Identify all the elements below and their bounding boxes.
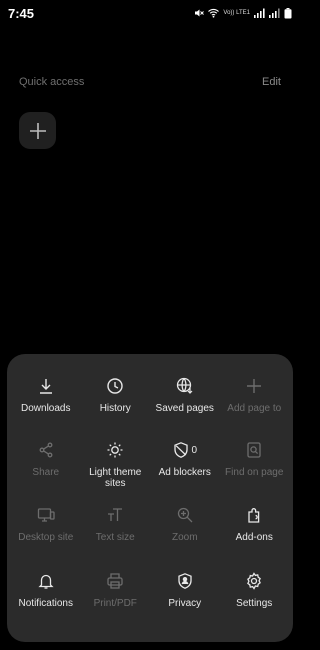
menu-item-add-page-to[interactable]: Add page to [220,370,290,434]
puzzle-icon [248,508,260,523]
menu-label-light-theme-sites: Light theme sites [89,467,142,489]
globe-download-icon [176,377,193,394]
menu-item-add-ons[interactable]: Add-ons [220,499,290,565]
zoom-in-icon [177,507,193,523]
clock-icon [107,378,123,394]
menu-label-saved-pages: Saved pages [155,403,214,414]
find-page-icon [247,442,261,458]
menu-item-notifications[interactable]: Notifications [11,565,81,629]
menu-item-print-pdf[interactable]: Print/PDF [81,565,151,629]
menu-item-zoom[interactable]: Zoom [150,499,220,565]
menu-item-find-on-page[interactable]: Find on page [220,434,290,499]
add-quick-access-button[interactable] [19,112,56,149]
menu-label-share: Share [32,467,60,478]
menu-label-ad-blockers: Ad blockers [158,467,211,478]
menu-label-downloads: Downloads [21,403,71,414]
battery-icon [284,7,292,18]
network-type-label: Vo)) LTE1 [223,10,250,16]
menu-item-light-theme-sites[interactable]: Light theme sites [81,434,151,499]
plus-icon [247,379,262,393]
wifi-icon [208,8,220,18]
menu-grid: Downloads History Saved pages Add page t… [11,370,289,629]
menu-label-history: History [99,403,131,414]
sun-icon [107,442,123,458]
signal-icon-2 [269,8,280,18]
menu-label-print-pdf: Print/PDF [93,598,137,609]
download-icon [39,379,52,394]
ad-blockers-count: 0 [191,444,198,456]
clock: 7:45 [8,5,35,21]
menu-label-desktop-site: Desktop site [18,532,74,543]
menu-label-privacy: Privacy [168,598,202,609]
menu-item-saved-pages[interactable]: Saved pages [150,370,220,434]
status-icons: Vo)) LTE1 [194,7,292,19]
desktop-icon [37,508,55,522]
menu-label-zoom: Zoom [171,532,198,543]
signal-icon [254,8,265,18]
menu-item-desktop-site[interactable]: Desktop site [11,499,81,565]
menu-label-text-size: Text size [95,532,135,543]
mute-icon [195,9,205,17]
menu-item-privacy[interactable]: Privacy [150,565,220,629]
share-icon [39,442,53,458]
menu-label-find-on-page: Find on page [225,467,284,478]
menu-label-add-ons: Add-ons [235,532,273,543]
privacy-shield-icon [178,573,192,589]
menu-label-add-page-to: Add page to [227,403,282,414]
bell-icon [38,574,54,589]
menu-item-settings[interactable]: Settings [220,565,290,629]
menu-item-ad-blockers[interactable]: 0 Ad blockers [150,434,220,499]
menu-item-history[interactable]: History [81,370,151,434]
printer-icon [107,573,123,589]
plus-icon [29,122,46,139]
gear-icon [247,572,262,590]
quick-access-title: Quick access [19,76,85,88]
menu-item-share[interactable]: Share [11,434,81,499]
menu-label-notifications: Notifications [18,598,73,609]
menu-label-settings: Settings [236,598,273,609]
edit-button[interactable]: Edit [262,76,281,88]
menu-item-downloads[interactable]: Downloads [11,370,81,434]
text-size-icon [108,508,123,521]
status-bar: 7:45 Vo)) LTE1 [0,0,300,26]
menu-item-text-size[interactable]: Text size [81,499,151,565]
shield-slash-icon [174,442,189,458]
more-menu-panel: Downloads History Saved pages Add page t… [7,354,293,642]
